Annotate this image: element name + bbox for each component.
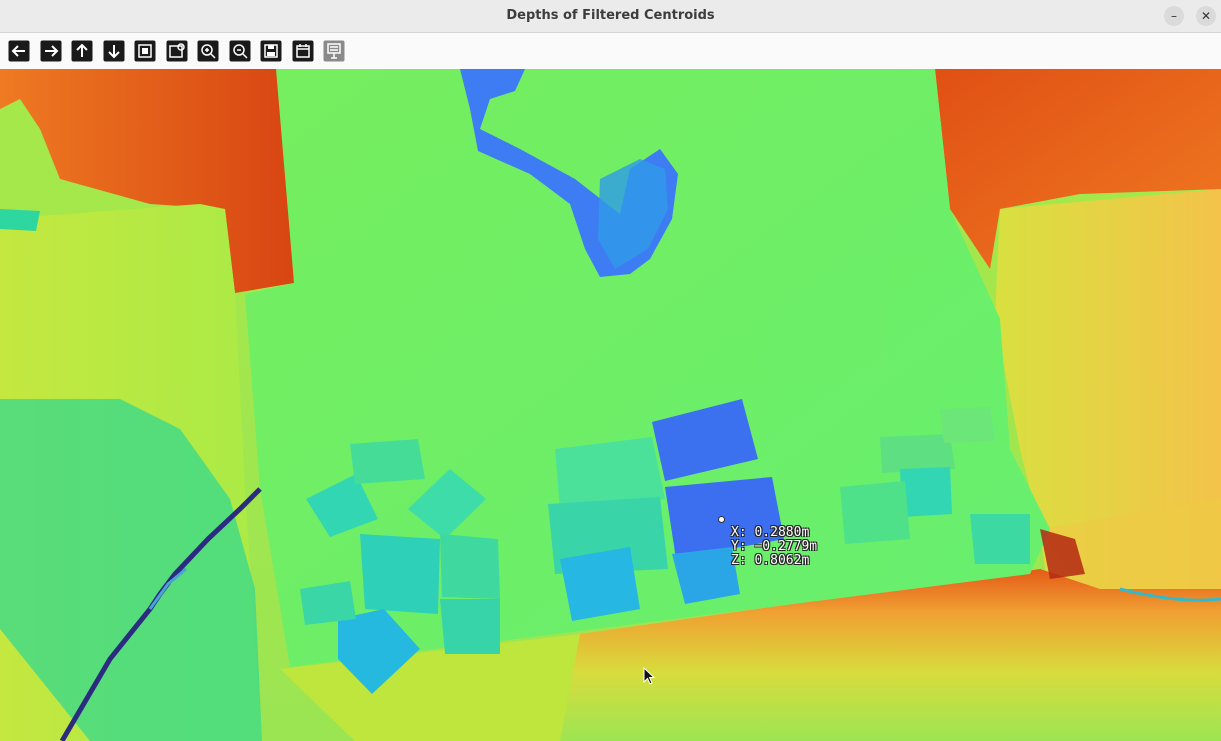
pan-down-button[interactable] [103, 40, 125, 62]
zoom-fit-button[interactable] [134, 40, 156, 62]
minimize-icon: – [1171, 9, 1177, 23]
settings-icon [323, 40, 345, 62]
properties-button[interactable] [292, 40, 314, 62]
close-button[interactable]: ✕ [1196, 6, 1216, 26]
app-window: Depths of Filtered Centroids – ✕ X: 0.28… [0, 0, 1221, 741]
pan-up-button[interactable] [71, 40, 93, 62]
title-bar[interactable]: Depths of Filtered Centroids – ✕ [0, 0, 1221, 33]
minimize-button[interactable]: – [1164, 6, 1184, 26]
zoom-out-button[interactable] [229, 40, 251, 62]
arrow-up-icon [71, 40, 93, 62]
arrow-down-icon [103, 40, 125, 62]
properties-icon [292, 40, 314, 62]
arrow-right-icon [40, 40, 62, 62]
fit-image-icon [134, 40, 156, 62]
pan-right-button[interactable] [40, 40, 62, 62]
mouse-cursor-icon [643, 667, 656, 685]
depth-image-canvas[interactable]: X: 0.2880m Y: −0.2779m Z: 0.8062m [0, 69, 1221, 741]
probe-point-marker [718, 516, 725, 523]
arrow-left-icon [8, 40, 30, 62]
save-icon [260, 40, 282, 62]
zoom-actual-button[interactable] [166, 40, 188, 62]
actual-size-icon [166, 40, 188, 62]
readout-z: Z: 0.8062m [731, 553, 810, 568]
coordinate-readout: X: 0.2880m Y: −0.2779m Z: 0.8062m [731, 526, 817, 568]
close-icon: ✕ [1200, 9, 1212, 23]
save-button[interactable] [260, 40, 282, 62]
zoom-in-icon [197, 40, 219, 62]
readout-x: X: 0.2880m [731, 525, 810, 540]
depth-map-image [0, 69, 1221, 741]
settings-button[interactable] [323, 40, 345, 62]
left-edge-marker [0, 209, 40, 231]
window-title: Depths of Filtered Centroids [506, 8, 715, 23]
pan-left-button[interactable] [8, 40, 30, 62]
zoom-in-button[interactable] [197, 40, 219, 62]
toolbar [0, 33, 1221, 69]
zoom-out-icon [229, 40, 251, 62]
readout-y: Y: −0.2779m [731, 539, 818, 554]
